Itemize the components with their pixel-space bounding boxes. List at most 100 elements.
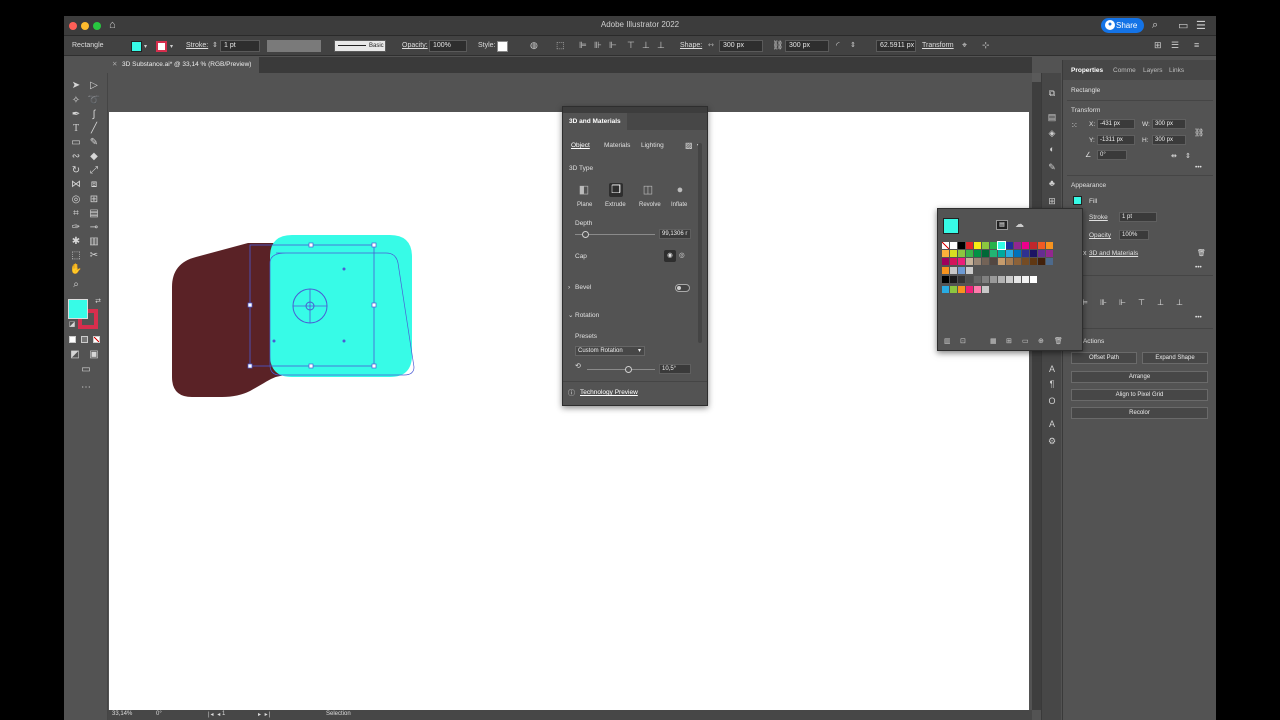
swatch[interactable]: [1022, 276, 1029, 283]
tab-object[interactable]: Object: [571, 142, 590, 149]
shape-label[interactable]: Shape:: [680, 42, 702, 49]
swatch[interactable]: [997, 241, 1006, 250]
arrange-button[interactable]: Arrange: [1071, 371, 1208, 383]
swatch[interactable]: [966, 267, 973, 274]
lasso-tool-icon[interactable]: ➰: [87, 94, 101, 107]
trash-icon[interactable]: 🗑: [1054, 337, 1063, 345]
handle[interactable]: [247, 363, 253, 369]
swatch[interactable]: [974, 276, 981, 283]
screen-mode-icon[interactable]: ▣: [87, 348, 101, 361]
swatch[interactable]: [1038, 250, 1045, 257]
rectangle-tool-icon[interactable]: ▭: [69, 136, 83, 149]
swatch[interactable]: [1030, 276, 1037, 283]
panel-scrollbar[interactable]: [698, 143, 702, 343]
align-bottom-icon[interactable]: ⊥: [657, 40, 665, 51]
variable-width-profile[interactable]: [267, 40, 321, 52]
paintbrush-tool-icon[interactable]: ✎: [87, 136, 101, 149]
arrange-icon[interactable]: ⊞: [1154, 40, 1162, 51]
pen-tool-icon[interactable]: ✒: [69, 108, 83, 121]
type-tool-icon[interactable]: T: [69, 122, 83, 135]
opacity-field[interactable]: 100%: [1119, 230, 1149, 240]
rotation-level[interactable]: 0°: [156, 711, 162, 717]
puppet-warp-icon[interactable]: ⊹: [982, 40, 990, 51]
handle[interactable]: [308, 363, 314, 369]
corner-radius-field[interactable]: 62.5911 px: [876, 40, 916, 52]
flip-horizontal-icon[interactable]: ⇹: [1171, 152, 1177, 160]
tab-lighting[interactable]: Lighting: [641, 142, 664, 149]
plane-icon[interactable]: ◧: [577, 183, 591, 197]
swatch[interactable]: [950, 276, 957, 283]
more-options-icon[interactable]: •••: [1195, 164, 1202, 171]
align-top-icon[interactable]: ⊤: [1138, 298, 1145, 307]
shape-builder-tool-icon[interactable]: ◎: [69, 193, 83, 206]
shape-height-field[interactable]: 300 px: [785, 40, 829, 52]
x-field[interactable]: -431 px: [1097, 119, 1135, 129]
swatch[interactable]: [958, 258, 965, 265]
swatch[interactable]: [950, 258, 957, 265]
offset-path-button[interactable]: Offset Path: [1071, 352, 1137, 364]
swatch[interactable]: [1030, 242, 1037, 249]
fill-swatch[interactable]: [1073, 196, 1082, 205]
flip-vertical-icon[interactable]: ⇕: [1185, 152, 1191, 160]
change-screen-mode-icon[interactable]: ▭: [79, 363, 93, 376]
swatch[interactable]: [958, 276, 965, 283]
navigator-panel-icon[interactable]: ⚙: [1046, 435, 1058, 447]
swatch[interactable]: [942, 286, 949, 293]
line-tool-icon[interactable]: ╱: [87, 122, 101, 135]
constrain-proportions-icon[interactable]: ⛓: [1194, 128, 1204, 137]
swatch[interactable]: [1006, 276, 1013, 283]
scroll-up-button[interactable]: [1032, 73, 1041, 82]
rotation-slider-knob[interactable]: [624, 366, 632, 373]
align-right-icon[interactable]: ⊩: [1119, 298, 1126, 307]
fill-swatch[interactable]: [131, 41, 142, 52]
swatch-options-icon[interactable]: ▦: [990, 337, 997, 345]
effect-3d-materials[interactable]: 3D and Materials: [1089, 250, 1138, 257]
anchor-point[interactable]: [342, 339, 346, 343]
swatch[interactable]: [942, 242, 949, 249]
gradient-mode-icon[interactable]: [81, 336, 88, 343]
handle[interactable]: [308, 242, 314, 248]
align-right-icon[interactable]: ⊩: [609, 40, 617, 51]
swatch[interactable]: [1022, 242, 1029, 249]
direct-selection-tool-icon[interactable]: ▷: [87, 79, 101, 92]
rotation-slider-track[interactable]: [587, 369, 655, 370]
render-settings-icon[interactable]: ▨: [685, 141, 693, 150]
presets-dropdown[interactable]: Custom Rotation ▾: [575, 346, 645, 356]
h-field[interactable]: 300 px: [1152, 135, 1186, 145]
search-icon[interactable]: ⌕: [1152, 19, 1158, 32]
align-panel-icon[interactable]: ⊞: [1046, 195, 1058, 207]
zoom-tool-icon[interactable]: ⌕: [69, 278, 83, 291]
swatch[interactable]: [982, 276, 989, 283]
swatch[interactable]: [974, 242, 981, 249]
swatch[interactable]: [1022, 258, 1029, 265]
swatch[interactable]: [1014, 276, 1021, 283]
symbols-panel-icon[interactable]: ♣: [1046, 177, 1058, 189]
swatch[interactable]: [1014, 250, 1021, 257]
default-colors-icon[interactable]: ◪: [65, 318, 79, 331]
trash-icon[interactable]: 🗑: [1197, 249, 1206, 257]
new-swatch-icon[interactable]: ⊕: [1038, 337, 1044, 345]
isolate-icon[interactable]: ⌖: [962, 40, 967, 51]
swatch-libraries-menu-icon[interactable]: ▥: [944, 337, 951, 345]
stroke-label[interactable]: Stroke: [1089, 214, 1108, 221]
swatch[interactable]: [998, 276, 1005, 283]
color-guide-icon[interactable]: ☁: [1015, 219, 1024, 230]
align-to-pixel-grid-button[interactable]: Align to Pixel Grid: [1071, 389, 1208, 401]
shape-width-field[interactable]: 300 px: [719, 40, 763, 52]
handle[interactable]: [371, 302, 377, 308]
mesh-tool-icon[interactable]: ⌗: [69, 207, 83, 220]
align-left-icon[interactable]: ⊫: [579, 40, 587, 51]
draw-mode-icon[interactable]: ◩: [68, 348, 82, 361]
opacity-field[interactable]: 100%: [429, 40, 467, 52]
recolor-icon[interactable]: ◍: [530, 40, 538, 51]
swatch[interactable]: [990, 258, 997, 265]
artboard-number[interactable]: 1: [222, 711, 225, 717]
anchor-point[interactable]: [342, 267, 346, 271]
eraser-tool-icon[interactable]: ◆: [87, 150, 101, 163]
swatch[interactable]: [1046, 242, 1053, 249]
tab-comments[interactable]: Comme: [1113, 67, 1136, 74]
reference-point-icon[interactable]: ⁙: [1071, 121, 1078, 130]
width-tool-icon[interactable]: ⋈: [69, 178, 83, 191]
cap-on-icon[interactable]: ◉: [664, 250, 676, 262]
swatch[interactable]: [942, 267, 949, 274]
